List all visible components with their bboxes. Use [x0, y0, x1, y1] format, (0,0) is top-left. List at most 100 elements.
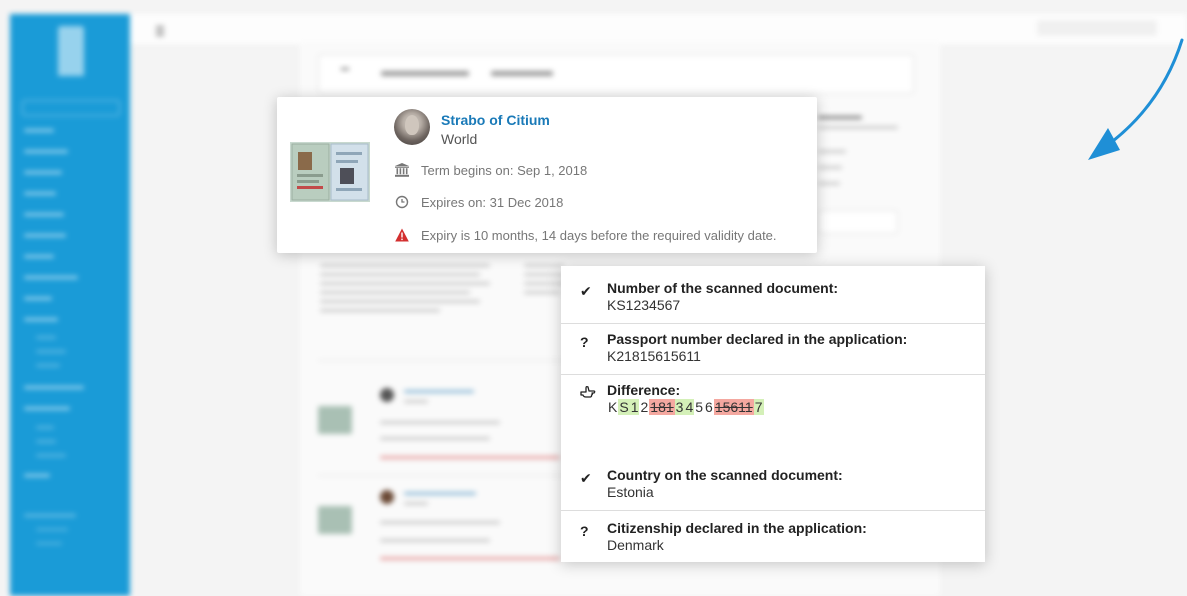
- sidebar-item[interactable]: [24, 150, 68, 153]
- blurred-text: [524, 264, 564, 267]
- blurred-text: [524, 282, 564, 285]
- declared-number-value: K21815615611: [607, 348, 701, 364]
- passport-scan-icon[interactable]: [290, 142, 370, 202]
- person-name-link[interactable]: Strabo of Citium: [441, 112, 550, 128]
- passport-popup-card: Strabo of Citium World Term begins on: S…: [277, 97, 817, 253]
- blurred-text: [380, 539, 490, 542]
- difference-segment-same: 5: [695, 399, 704, 415]
- warning-triangle-icon: [395, 228, 409, 242]
- sidebar-item[interactable]: [24, 407, 70, 410]
- sidebar-footer: [36, 542, 62, 545]
- difference-segment-same: 2: [640, 399, 649, 415]
- blurred-text: [818, 116, 862, 119]
- divider: [318, 360, 568, 361]
- blurred-text: [380, 456, 560, 459]
- blurred-input[interactable]: [818, 210, 898, 234]
- blurred-text: [818, 150, 846, 153]
- sidebar-footer: [36, 528, 68, 531]
- sidebar-item[interactable]: [24, 255, 54, 258]
- blurred-text: [524, 273, 564, 276]
- divider: [561, 510, 985, 511]
- sidebar-item[interactable]: [24, 386, 84, 389]
- sidebar-item[interactable]: [24, 192, 56, 195]
- country-value: Estonia: [607, 484, 654, 500]
- sidebar-footer: [24, 514, 76, 517]
- sidebar-item[interactable]: [24, 213, 64, 216]
- sidebar-subitem[interactable]: [36, 364, 60, 367]
- sidebar-item[interactable]: [24, 171, 62, 174]
- blurred-text: [404, 502, 428, 505]
- expiry-warning-text: Expiry is 10 months, 14 days before the …: [421, 228, 777, 243]
- blurred-text: [320, 291, 470, 294]
- term-begins-text: Term begins on: Sep 1, 2018: [421, 163, 588, 178]
- blurred-text: [320, 300, 480, 303]
- filter-dropdown[interactable]: [381, 71, 469, 76]
- blurred-text: [818, 126, 898, 129]
- difference-segment-removed: 15611: [713, 399, 754, 415]
- declared-number-label: Passport number declared in the applicat…: [607, 331, 908, 347]
- sidebar-button[interactable]: [22, 100, 120, 116]
- country-label: Country on the scanned document:: [607, 467, 843, 483]
- check-icon: ✔: [580, 283, 592, 299]
- citizenship-label: Citizenship declared in the application:: [607, 520, 867, 536]
- blurred-text: [818, 166, 842, 169]
- search-input[interactable]: [1037, 20, 1157, 36]
- person-subtitle: World: [441, 131, 478, 147]
- difference-label: Difference:: [607, 382, 681, 398]
- difference-segment-added: 7: [753, 399, 764, 415]
- question-icon: ?: [580, 334, 589, 350]
- divider: [318, 475, 568, 476]
- check-icon: ✔: [580, 470, 592, 486]
- blurred-text[interactable]: [404, 390, 474, 393]
- blurred-text: [320, 273, 480, 276]
- menu-icon[interactable]: [156, 26, 164, 36]
- blurred-text: [404, 400, 428, 403]
- difference-segment-added: 1: [629, 399, 640, 415]
- filter-bar: [318, 54, 914, 94]
- institution-icon: [395, 163, 409, 177]
- sidebar-subitem[interactable]: [36, 440, 56, 443]
- sidebar-item[interactable]: [24, 297, 52, 300]
- difference-segment-added: 3: [674, 399, 685, 415]
- blurred-text: [380, 437, 490, 440]
- blurred-text: [524, 291, 560, 294]
- top-bar: [130, 14, 1187, 44]
- blurred-text: [380, 557, 560, 560]
- sidebar-item[interactable]: [24, 276, 78, 279]
- difference-value: K S 1 2 181 3 4 5 6 15611 7: [607, 399, 764, 415]
- avatar: [380, 490, 394, 504]
- avatar: [394, 109, 430, 145]
- difference-segment-same: K: [608, 399, 618, 415]
- difference-segment-added: 4: [684, 399, 695, 415]
- clock-icon: [395, 195, 409, 209]
- scanned-number-label: Number of the scanned document:: [607, 280, 839, 296]
- blurred-text[interactable]: [404, 492, 476, 495]
- sidebar-item[interactable]: [24, 129, 54, 132]
- difference-segment-same: 6: [705, 399, 713, 415]
- passport-thumbnail[interactable]: [318, 406, 352, 434]
- difference-segment-removed: 181: [649, 399, 675, 415]
- blurred-text: [380, 521, 500, 524]
- expiry-text: Expires on: 31 Dec 2018: [421, 195, 564, 210]
- sidebar-item[interactable]: [24, 474, 50, 477]
- question-icon: ?: [580, 523, 589, 539]
- passport-thumbnail[interactable]: [318, 506, 352, 534]
- comparison-popup-card: ✔ Number of the scanned document: KS12 34…: [561, 266, 985, 562]
- sidebar: [10, 14, 130, 596]
- sidebar-item[interactable]: [24, 234, 66, 237]
- divider: [561, 323, 985, 324]
- blurred-text: [320, 309, 440, 312]
- pointing-hand-icon: [580, 386, 596, 398]
- sidebar-subitem[interactable]: [36, 426, 54, 429]
- blurred-text: [320, 264, 490, 267]
- blurred-text: [818, 182, 840, 185]
- avatar: [380, 388, 394, 402]
- sidebar-item[interactable]: [24, 318, 58, 321]
- sidebar-subitem[interactable]: [36, 350, 66, 353]
- sidebar-subitem[interactable]: [36, 336, 56, 339]
- filter-dropdown[interactable]: [491, 71, 553, 76]
- sidebar-subitem[interactable]: [36, 454, 66, 457]
- citizenship-value: Denmark: [607, 537, 664, 553]
- filter-icon[interactable]: [341, 68, 349, 80]
- difference-segment-added: S: [618, 399, 630, 415]
